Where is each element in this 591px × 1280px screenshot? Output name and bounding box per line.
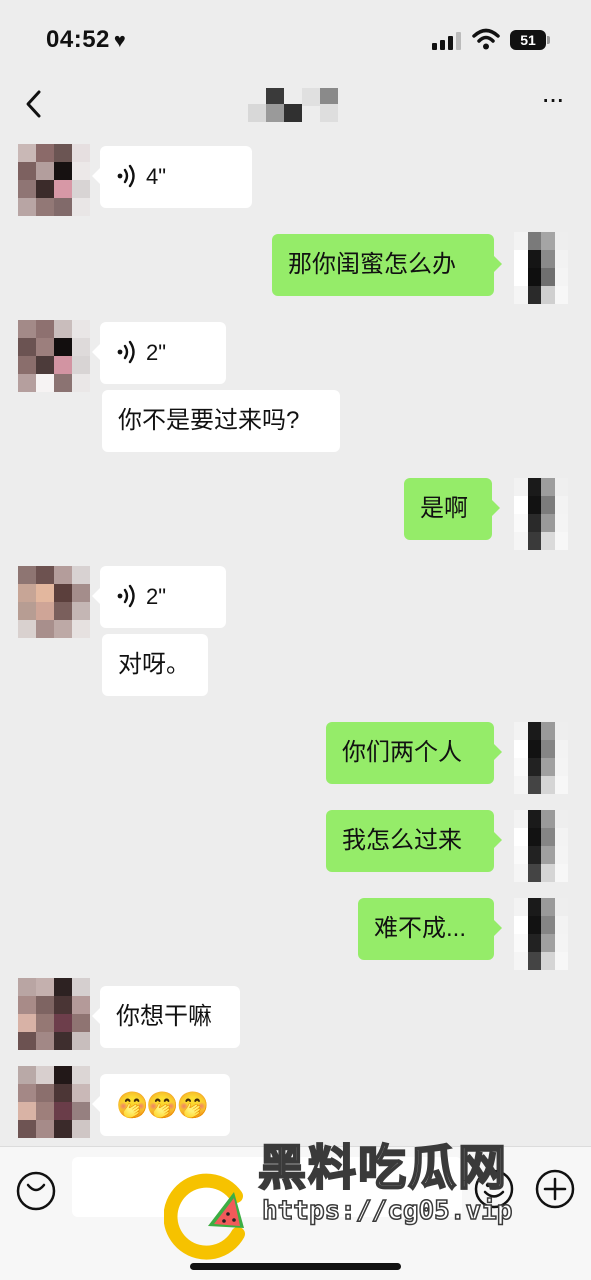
contact-avatar[interactable] <box>18 320 90 392</box>
self-avatar[interactable] <box>514 722 568 794</box>
self-avatar[interactable] <box>514 478 568 550</box>
self-avatar[interactable] <box>514 898 568 970</box>
emoji-content: 🤭🤭🤭 <box>116 1090 209 1120</box>
watermark-title: 黑料吃瓜网 <box>257 1139 509 1197</box>
voice-message[interactable]: 2" <box>92 566 226 628</box>
contact-avatar[interactable] <box>18 566 90 638</box>
contact-avatar[interactable] <box>18 1066 90 1138</box>
contact-name-pixelated <box>248 88 338 122</box>
chat-header: ··· <box>0 72 591 138</box>
voice-duration: 2" <box>146 584 167 609</box>
wifi-icon <box>472 28 500 50</box>
voice-wave-icon <box>117 584 135 607</box>
chat-bubble-incoming[interactable]: 你不是要过来吗? <box>102 390 340 452</box>
chat-bubble-incoming[interactable]: 你想干嘛 <box>92 986 240 1048</box>
more-dots-icon[interactable]: ··· <box>535 85 569 122</box>
cellular-signal-icon <box>432 32 464 50</box>
chat-bubble-outgoing[interactable]: 我怎么过来 <box>326 810 502 872</box>
voice-wave-icon <box>117 340 135 363</box>
voice-message[interactable]: 4" <box>92 146 252 208</box>
self-avatar[interactable] <box>514 810 568 882</box>
status-bar: 04:52 ♥ 51 <box>0 0 591 72</box>
chevron-left-icon[interactable] <box>18 86 50 122</box>
voice-duration: 2" <box>146 340 167 365</box>
self-avatar[interactable] <box>514 232 568 304</box>
emoji-message[interactable]: 🤭🤭🤭 <box>92 1074 230 1136</box>
voice-message[interactable]: 2" <box>92 322 226 384</box>
voice-wave-icon <box>117 164 135 187</box>
chat-bubble-outgoing[interactable]: 那你闺蜜怎么办 <box>272 234 502 296</box>
battery-cap <box>547 36 550 44</box>
chat-bubble-outgoing[interactable]: 难不成... <box>358 898 502 960</box>
heart-icon: ♥ <box>113 30 127 52</box>
status-time: 04:52 ♥ <box>46 26 127 53</box>
contact-avatar[interactable] <box>18 144 90 216</box>
plus-icon[interactable] <box>533 1167 577 1211</box>
battery-indicator: 51 <box>510 30 546 50</box>
watermark-url: https://cg05.vip <box>261 1195 513 1227</box>
watermelon-logo-icon <box>164 1173 245 1260</box>
home-indicator <box>190 1263 401 1270</box>
chat-bubble-outgoing[interactable]: 是啊 <box>404 478 500 540</box>
contact-avatar[interactable] <box>18 978 90 1050</box>
chat-bubble-outgoing[interactable]: 你们两个人 <box>326 722 502 784</box>
voice-mode-icon[interactable] <box>14 1169 58 1213</box>
voice-duration: 4" <box>146 164 167 189</box>
chat-bubble-incoming[interactable]: 对呀。 <box>102 634 208 696</box>
